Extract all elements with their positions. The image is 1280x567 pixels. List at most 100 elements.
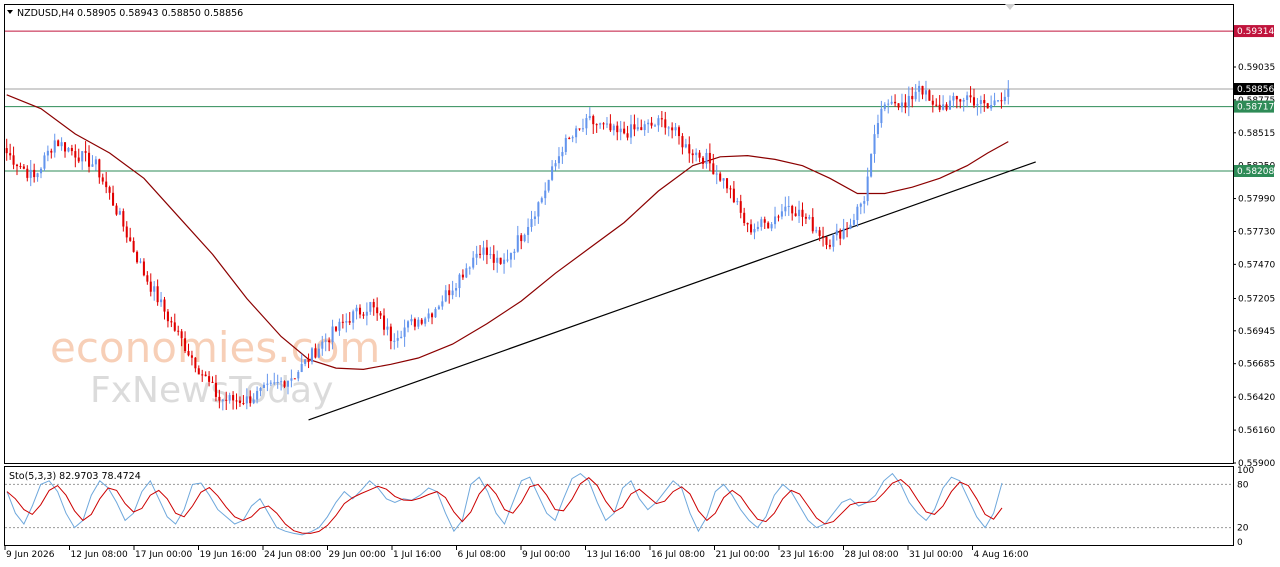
price-levels [5,30,1233,172]
chart-shift-marker-icon[interactable] [1005,4,1015,10]
candle-body [911,95,914,100]
stoch-scale-label: 20 [1237,524,1249,534]
candle-body [540,198,543,203]
x-tick-label: 31 Jul 00:00 [909,550,963,560]
candle-body [252,399,255,404]
candle-body [557,156,560,164]
candle-body [921,85,924,95]
candle-body [160,299,163,303]
candle-body [307,359,310,362]
candle-body [708,152,711,164]
candle-body [880,108,883,124]
resistance-label: 0.59314 [1237,27,1274,37]
candle-body [876,123,879,135]
candle-body [863,201,866,204]
candle-body [19,166,22,168]
candle-body [691,153,694,156]
symbol-dropdown-icon[interactable] [7,10,13,14]
candle-body [780,211,783,217]
candle-body [763,219,766,223]
candle-body [444,290,447,302]
stoch-scale-label: 80 [1237,480,1249,490]
candle-body [931,100,934,105]
y-tick-label: 0.56160 [1238,426,1275,436]
candle-body [348,321,351,323]
x-tick-label: 16 Jul 08:00 [651,550,705,560]
time-axis: 9 Jun 2026 12 Jun 08:00 17 Jun 00:00 19 Jun… [4,546,1029,560]
candle-body [218,396,221,401]
candle-body [403,327,406,337]
candle-body [413,319,416,327]
support-1-label: 0.58717 [1237,103,1274,113]
candle-body [352,311,355,323]
candle-body [204,374,207,377]
candle-body [259,388,262,391]
candle-body [177,330,180,332]
trendline-group[interactable] [308,161,1036,421]
stoch-signal-line [6,477,1003,534]
candle-body [437,306,440,309]
x-tick-label: 19 Jun 16:00 [200,550,257,560]
candle-body [485,247,488,255]
candle-body [208,376,211,382]
y-tick-label: 0.56420 [1238,393,1275,403]
candle-body [815,230,818,232]
candle-body [647,122,650,125]
candle-body [67,147,70,152]
candle-body [81,151,84,162]
symbol-timeframe: NZDUSD,H4 [17,8,74,19]
candle-body [101,177,104,182]
candle-body [136,251,139,263]
candle-body [897,103,900,108]
candle-body [533,216,536,220]
candle-body [870,153,873,177]
y-tick-label: 0.58515 [1238,129,1275,139]
candle-body [455,288,458,291]
candle-body [479,253,482,255]
current-label: 0.58856 [1237,85,1274,95]
candle-body [389,326,392,342]
candle-body [15,164,19,167]
candle-body [774,216,777,225]
candle-body [523,234,526,242]
candle-body [407,321,410,328]
candle-body [118,211,121,215]
candle-body [190,355,193,358]
candle-body [276,381,279,383]
candle-body [197,368,200,375]
x-tick-label: 13 Jul 16:00 [587,550,641,560]
candle-body [324,340,327,342]
candle-body [77,157,80,162]
candle-body [290,378,293,381]
candle-body [451,290,454,296]
candle-body [681,136,684,148]
x-tick-label: 21 Jul 00:00 [716,550,770,560]
price-level-labels: 0.59314 0.58856 0.58717 0.58208 [1234,25,1274,177]
candle-body [629,124,633,138]
candle-body [170,321,173,323]
candle-body [386,326,389,330]
candle-body [115,205,118,215]
candle-body [98,159,101,178]
candle-body [993,100,996,105]
candle-body [969,95,972,98]
candle-body [468,267,471,269]
candle-body [84,151,87,153]
candle-body [50,150,53,153]
candle-body [293,378,296,380]
y-tick-label: 0.59035 [1238,63,1275,73]
candle-body [22,166,25,169]
candle-body [249,396,252,404]
candle-body [952,95,955,101]
candle-body [180,331,183,339]
candle-body [499,257,502,264]
candle-body [609,123,612,131]
x-tick-label: 17 Jun 00:00 [135,550,192,560]
candle-body [729,188,732,190]
candle-body [465,268,468,278]
candle-body [509,253,512,260]
candle-body [39,168,43,174]
candle-body [907,95,910,108]
price-chart[interactable]: economies.com FxNewsToday NZDUSD,H4 0.58… [0,0,1280,567]
candle-body [475,253,478,258]
